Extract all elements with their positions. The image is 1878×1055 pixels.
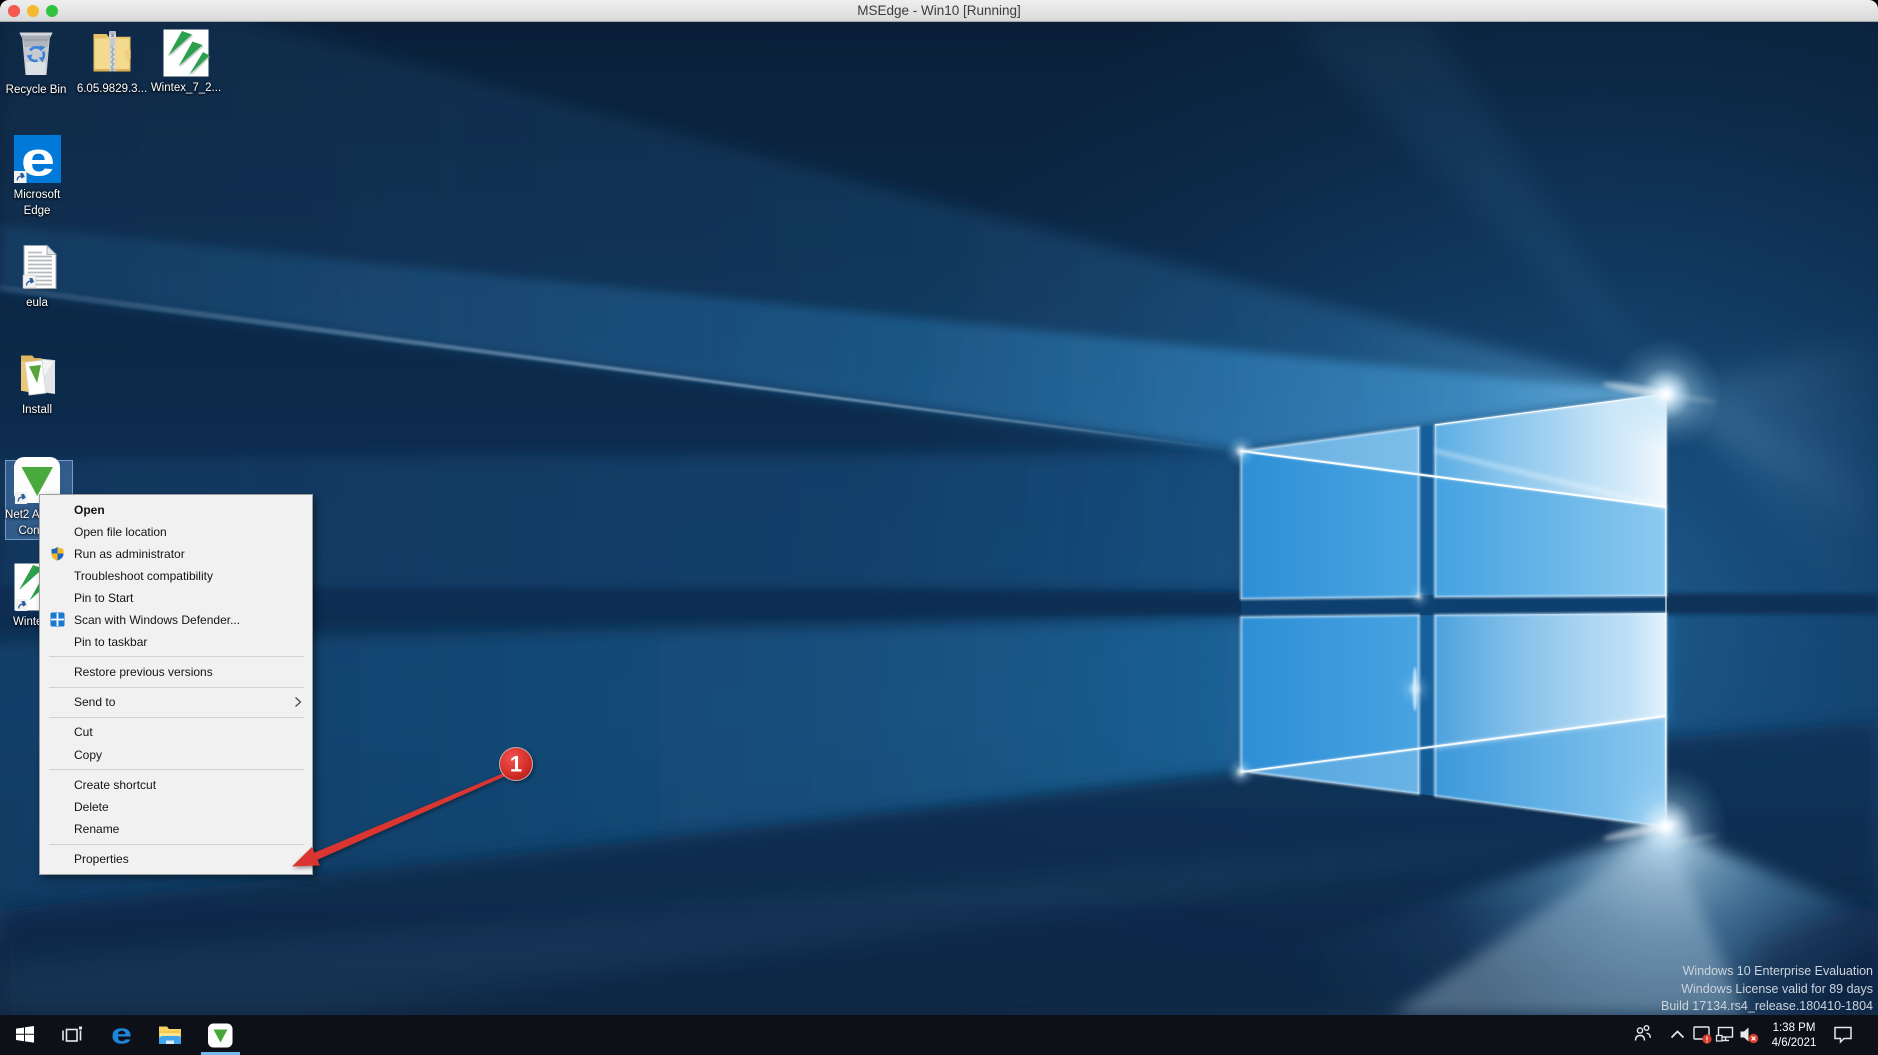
- svg-text:1: 1: [510, 752, 522, 777]
- svg-text:!: !: [1706, 1035, 1709, 1044]
- svg-text:e: e: [111, 1018, 132, 1050]
